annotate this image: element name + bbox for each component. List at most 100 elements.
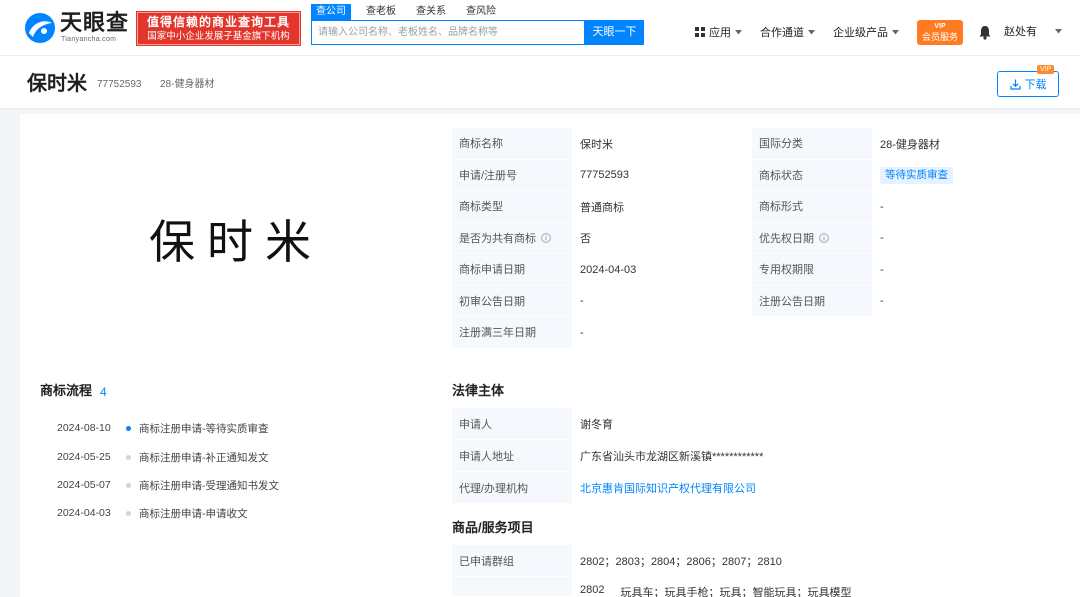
group-items: 玩具车；玩具手枪；玩具；智能玩具；玩具模型 [620,587,852,597]
process-count: 4 [100,385,107,399]
logo-subtitle: Tianyancha.com [61,36,117,43]
detail-label: 专用权期限 [752,254,872,286]
detail-value: 2024-04-03 [572,254,752,286]
timeline-dot [126,510,131,516]
applicant-name: 谢冬育 [572,408,1060,440]
timeline-date: 2024-08-10 [57,422,111,434]
chevron-down-icon [892,29,899,34]
download-icon [1009,79,1021,90]
chevron-down-icon [735,29,742,34]
timeline-item: 2024-08-10 商标注册申请-等待实质审查 [57,420,269,436]
detail-label: 商标名称 [452,128,572,160]
banner-line-1: 值得信赖的商业查询工具 [146,15,290,29]
timeline-status: 商标注册申请-补正通知发文 [139,451,269,464]
detail-label: 申请/注册号 [452,159,572,191]
registration-number: 77752593 [97,79,142,90]
user-name[interactable]: 赵处有 [1004,24,1037,40]
detail-label: 商标状态 [752,159,872,191]
timeline-item: 2024-04-03 商标注册申请-申请收文 [57,505,248,521]
timeline-date: 2024-04-03 [57,507,111,519]
grid-icon [695,27,705,37]
timeline-date: 2024-05-25 [57,451,111,463]
trademark-image[interactable]: 保时米 [20,114,440,364]
goods-services-table: 已申请群组 2802；2803；2804；2806；2807；2810 2802… [452,545,1060,597]
download-button[interactable]: 下载 [997,71,1059,97]
info-icon[interactable] [819,232,829,243]
timeline-date: 2024-05-07 [57,479,111,491]
search-box [311,20,585,45]
detail-value: - [572,317,752,349]
tab-risk[interactable]: 查风险 [461,4,501,20]
detail-label-cell: 优先权日期 [752,222,872,254]
search-input[interactable] [312,21,584,44]
tab-company[interactable]: 查公司 [311,4,351,20]
legal-label: 代理/办理机构 [452,472,572,504]
trademark-image-text: 保时米 [149,215,323,269]
tab-relation[interactable]: 查关系 [411,4,451,20]
detail-value: 否 [572,222,752,254]
goods-label-empty [452,577,572,597]
timeline-status: 商标注册申请-受理通知书发文 [139,479,279,492]
legal-label: 申请人 [452,408,572,440]
logo-text[interactable]: 天眼查 [60,11,129,35]
chevron-down-icon[interactable] [1055,29,1062,34]
detail-label: 注册满三年日期 [452,317,572,349]
timeline-dot [126,482,131,488]
timeline-dot [126,454,131,460]
download-vip-badge: VIP [1037,65,1055,74]
detail-label: 商标类型 [452,191,572,223]
goods-title: 商品/服务项目 [452,520,534,535]
timeline-status: 商标注册申请-等待实质审查 [139,422,269,435]
nav-apps[interactable]: 应用 [695,24,742,40]
download-label: 下载 [1024,79,1047,91]
search-button[interactable]: 天眼一下 [585,20,644,45]
top-header: 天眼查 Tianyancha.com 值得信赖的商业查询工具 国家中小企业发展子… [0,0,1080,56]
group-code: 2802 [580,584,605,596]
detail-label: 商标申请日期 [452,254,572,286]
detail-label: 注册公告日期 [752,285,872,317]
timeline-item: 2024-05-07 商标注册申请-受理通知书发文 [57,477,279,493]
bell-icon[interactable] [978,25,992,40]
timeline-status: 商标注册申请-申请收文 [139,507,248,520]
nav-partner-label: 合作通道 [760,27,804,39]
detail-value: - [872,254,1060,286]
trademark-class: 28-健身器材 [160,79,215,90]
info-icon[interactable] [541,232,551,243]
detail-value: - [872,285,1060,317]
agent-cell: 北京惠肯国际知识产权代理有限公司 [572,472,1060,504]
legal-entity-table: 申请人 谢冬育 申请人地址 广东省汕头市龙湖区新溪镇************ 代… [452,408,1060,504]
vip-badge-label: 会员服务 [921,32,958,42]
detail-label: 初审公告日期 [452,285,572,317]
promo-banner[interactable]: 值得信赖的商业查询工具 国家中小企业发展子基金旗下机构 [136,11,301,46]
search-tabs: 查公司 查老板 查关系 查风险 [311,4,501,20]
goods-group-row: 2802 玩具车；玩具手枪；玩具；智能玩具；玩具模型 [572,577,1060,597]
detail-label: 是否为共有商标 [459,232,536,245]
detail-label-cell: 是否为共有商标 [452,222,572,254]
nav-enterprise-label: 企业级产品 [833,27,888,39]
detail-value: - [872,222,1060,254]
detail-label: 商标形式 [752,191,872,223]
page-title: 保时米 [27,73,87,95]
detail-value: 28-健身器材 [872,128,1060,160]
goods-label: 已申请群组 [452,545,572,577]
detail-value: 普通商标 [572,191,752,223]
vip-badge[interactable]: VIP 会员服务 [917,20,963,45]
trademark-details-table: 商标名称 保时米 国际分类 28-健身器材 申请/注册号 77752593 商标… [452,128,1060,349]
status-cell: 等待实质审查 [872,159,1060,191]
detail-label: 优先权日期 [759,232,814,245]
agent-link[interactable]: 北京惠肯国际知识产权代理有限公司 [580,480,756,496]
detail-label: 国际分类 [752,128,872,160]
nav-apps-label: 应用 [709,27,731,39]
legal-title: 法律主体 [452,383,505,398]
nav-partner[interactable]: 合作通道 [760,24,815,40]
detail-value: - [872,191,1060,223]
tab-boss[interactable]: 查老板 [361,4,401,20]
detail-value: 保时米 [572,128,752,160]
status-badge[interactable]: 等待实质审查 [880,166,953,184]
eye-swoosh-icon[interactable] [24,12,56,44]
banner-line-2: 国家中小企业发展子基金旗下机构 [147,31,290,42]
nav-enterprise[interactable]: 企业级产品 [833,24,899,40]
applied-groups: 2802；2803；2804；2806；2807；2810 [572,545,1060,577]
detail-value: 77752593 [572,159,752,191]
chevron-down-icon [808,29,815,34]
